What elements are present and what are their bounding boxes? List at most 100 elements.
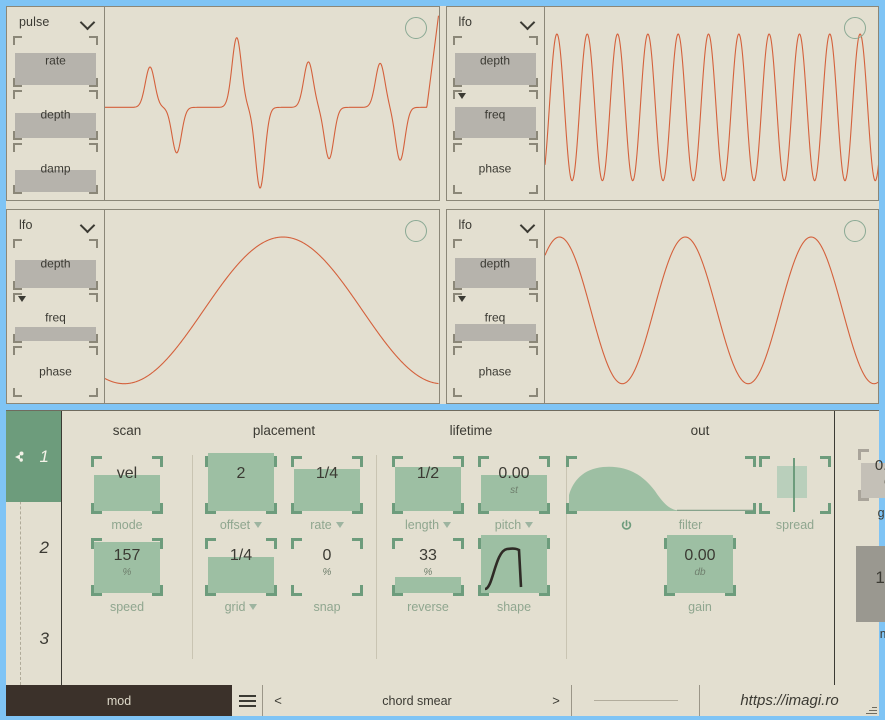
param-rate-control[interactable]: 1/4 (291, 456, 363, 514)
param-gain[interactable]: 0.00 db gain (657, 535, 743, 614)
knob-circle-icon[interactable] (844, 17, 866, 39)
hamburger-menu-button[interactable] (232, 685, 262, 716)
modulator-3-slider-depth[interactable]: depth (13, 239, 98, 290)
modulator-type-selector-1[interactable]: pulse (13, 11, 98, 33)
mod-tab-button[interactable]: mod (6, 685, 232, 716)
knob-circle-icon[interactable] (404, 220, 427, 242)
param-length-control[interactable]: 1/2 (392, 456, 464, 514)
caret-down-icon[interactable] (18, 295, 26, 302)
caret-down-icon[interactable] (249, 604, 258, 610)
param-rate[interactable]: 1/4 rate (284, 456, 370, 532)
modulator-4-slider-depth[interactable]: depth (452, 239, 538, 290)
param-pitch[interactable]: 0.00 st pitch (471, 456, 557, 532)
next-preset-button[interactable]: > (541, 693, 571, 708)
param-shape-control[interactable] (478, 535, 550, 596)
cell-unit: % (322, 567, 332, 578)
slider-label: phase (39, 364, 72, 379)
param-snap[interactable]: 0% snap (284, 538, 370, 614)
modulator-4-slider-phase[interactable]: phase (452, 346, 538, 398)
modulator-type-selector-4[interactable]: lfo (453, 214, 538, 236)
param-label-text: speed (109, 600, 145, 614)
modulator-2-slider-phase[interactable]: phase (452, 143, 538, 195)
param-offset-label: offset (220, 518, 263, 532)
brand-link[interactable]: https://imagi.ro (699, 685, 879, 716)
preset-navigator: < chord smear > (262, 685, 571, 716)
param-spread-control[interactable] (759, 456, 831, 514)
modulator-waveform-4[interactable] (545, 210, 879, 403)
knob-circle-icon[interactable] (404, 17, 427, 39)
modulator-waveform-3[interactable] (105, 210, 439, 403)
modulator-type-selector-2[interactable]: lfo (453, 11, 538, 33)
param-filter-label: filter (620, 518, 702, 532)
cell-value: 0.00 (684, 547, 716, 564)
modulator-1-slider-rate[interactable]: rate (13, 36, 98, 87)
modulator-4-slider-freq[interactable]: freq (452, 292, 538, 344)
chevron-down-icon[interactable] (520, 220, 536, 230)
param-offset[interactable]: 2 offset (198, 453, 284, 532)
resize-grip-icon[interactable] (865, 703, 877, 715)
param-speed-control[interactable]: 157% (91, 538, 163, 596)
group-row: 157% speed (62, 538, 192, 614)
modulator-2-slider-depth[interactable]: depth (452, 36, 538, 87)
caret-down-icon[interactable] (457, 92, 466, 99)
modulator-panel-3: lfo depth freq phase (6, 209, 440, 404)
modulator-3-slider-freq[interactable]: freq (13, 292, 98, 344)
output-column: 0.00 db gain 100% mix (834, 411, 885, 685)
param-length[interactable]: 1/2 length (385, 456, 471, 532)
output-gain-control[interactable]: 0.00 db (857, 449, 885, 501)
modulator-panel-2: lfo depth freq phase (445, 6, 879, 201)
modulator-panel-4: lfo depth freq phase (445, 209, 879, 404)
param-label-text: grid (224, 600, 246, 614)
param-snap-control[interactable]: 0% (291, 538, 363, 596)
output-unit: db (858, 476, 885, 487)
modulator-type-label: pulse (19, 15, 50, 29)
caret-down-icon[interactable] (525, 522, 534, 528)
param-mode-control[interactable]: vel (91, 456, 163, 514)
power-icon[interactable] (620, 519, 633, 532)
output-gain[interactable]: 0.00 db gain (857, 449, 885, 520)
caret-down-icon[interactable] (254, 522, 263, 528)
param-speed[interactable]: 157% speed (84, 538, 170, 614)
lane-3[interactable]: 3 (6, 594, 61, 685)
modulator-type-selector-3[interactable]: lfo (13, 214, 98, 236)
output-mix[interactable]: 100% mix (855, 546, 885, 641)
modulator-1-slider-depth[interactable]: depth (13, 89, 98, 141)
param-pitch-control[interactable]: 0.00 st (478, 456, 550, 514)
param-grid[interactable]: 1/4 grid (198, 538, 284, 614)
chevron-down-icon[interactable] (80, 17, 96, 27)
modulator-1-slider-damp[interactable]: damp (13, 143, 98, 195)
param-reverse[interactable]: 33% reverse (385, 538, 471, 614)
cell-value: 0 (322, 547, 332, 564)
chevron-down-icon[interactable] (80, 220, 96, 230)
caret-down-icon[interactable] (443, 522, 452, 528)
param-mode-label: mode (111, 518, 142, 532)
modulator-waveform-1[interactable] (105, 7, 439, 200)
caret-down-icon[interactable] (457, 295, 466, 302)
modulator-2-slider-freq[interactable]: freq (452, 89, 538, 141)
lane-2[interactable]: 2 (6, 502, 61, 593)
group-rows: 2 offset 1/4 rate 1/4 grid 0% snap (192, 453, 376, 614)
param-gain-control[interactable]: 0.00 db (664, 535, 736, 596)
param-filter-control[interactable] (566, 456, 756, 514)
modulator-waveform-2[interactable] (545, 7, 879, 200)
modulator-3-slider-phase[interactable]: phase (13, 346, 98, 398)
chevron-down-icon[interactable] (520, 17, 536, 27)
param-spread[interactable]: spread (756, 456, 834, 532)
output-mix-control[interactable]: 100% (855, 546, 885, 622)
preset-name[interactable]: chord smear (293, 694, 541, 708)
param-group-lifetime: lifetime 1/2 length 0.00 st pitch 33% reverse sh… (376, 411, 566, 685)
param-mode[interactable]: vel mode (84, 456, 170, 532)
group-rows: 1/2 length 0.00 st pitch 33% reverse shape (376, 456, 566, 614)
caret-down-icon[interactable] (335, 522, 344, 528)
param-shape[interactable]: shape (471, 535, 557, 614)
param-filter[interactable]: filter (566, 456, 756, 532)
lane-1[interactable]: 1 (6, 411, 61, 503)
param-offset-control[interactable]: 2 (205, 453, 277, 514)
param-grid-control[interactable]: 1/4 (205, 538, 277, 596)
knob-circle-icon[interactable] (844, 220, 866, 242)
prev-preset-button[interactable]: < (263, 693, 293, 708)
level-meter (571, 685, 699, 716)
cell-value: 33 (419, 547, 437, 564)
lane-rail: 1 2 3 (6, 411, 62, 685)
param-reverse-control[interactable]: 33% (392, 538, 464, 596)
